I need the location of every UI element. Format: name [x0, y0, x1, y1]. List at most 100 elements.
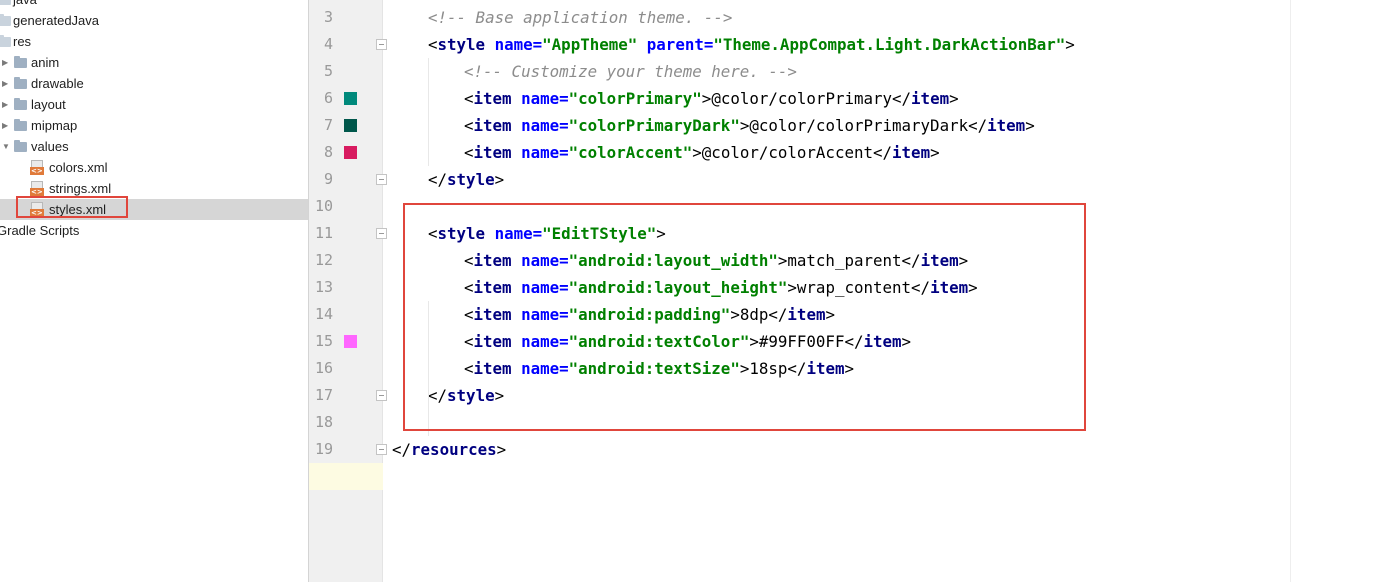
- gutter-row: 18: [309, 409, 382, 436]
- tree-item-generatedjava[interactable]: generatedJava: [0, 10, 308, 31]
- expanded-arrow-icon[interactable]: ▼: [2, 136, 10, 157]
- line-number: 14: [314, 305, 333, 323]
- gutter-row: 8: [309, 139, 382, 166]
- color-swatch-icon[interactable]: [344, 146, 357, 159]
- tree-item-layout[interactable]: ▶ layout: [0, 94, 308, 115]
- line-number: 18: [314, 413, 333, 431]
- tree-item-label: drawable: [31, 76, 84, 91]
- fold-marker-icon[interactable]: [376, 390, 387, 401]
- code-line[interactable]: <!-- Base application theme. -->: [383, 4, 1400, 31]
- fold-marker-icon[interactable]: [376, 228, 387, 239]
- tree-item-res[interactable]: ▼res: [0, 31, 308, 52]
- code-token-bracket: >: [930, 143, 940, 162]
- color-swatch-icon[interactable]: [344, 335, 357, 348]
- code-line[interactable]: </style>: [383, 166, 1400, 193]
- code-token-bracket: >: [1025, 116, 1035, 135]
- line-number: 6: [323, 89, 333, 107]
- xml-file-icon: [30, 160, 44, 175]
- code-token-bracket: >: [494, 170, 505, 189]
- code-token-text: @color/colorPrimary: [711, 89, 893, 108]
- gutter-row: 4: [309, 31, 387, 58]
- line-number: 7: [323, 116, 333, 134]
- tree-item-drawable[interactable]: ▶ drawable: [0, 73, 308, 94]
- gutter-row: 13: [309, 274, 382, 301]
- folder-icon: [0, 14, 11, 26]
- line-number: 16: [314, 359, 333, 377]
- gutter-row: 19: [309, 436, 387, 463]
- folder-icon: [0, 35, 11, 47]
- code-token-bracket: >: [701, 89, 712, 108]
- code-line[interactable]: <item name="colorPrimaryDark">@color/col…: [383, 112, 1400, 139]
- tree-item-label: colors.xml: [49, 160, 108, 175]
- line-number: 17: [314, 386, 333, 404]
- code-line[interactable]: <!-- Customize your theme here. -->: [383, 58, 1400, 85]
- tree-item-mipmap[interactable]: ▶ mipmap: [0, 115, 308, 136]
- code-token-bracket: >: [1065, 35, 1075, 54]
- folder-icon: [14, 119, 27, 131]
- fold-marker-icon[interactable]: [376, 174, 387, 185]
- code-token-val: "Theme.AppCompat.Light.DarkActionBar": [713, 35, 1066, 54]
- line-number: 9: [323, 170, 333, 188]
- tree-annotation-box: [16, 196, 128, 218]
- line-number: 10: [314, 197, 333, 215]
- code-token-tag: item: [473, 89, 522, 108]
- gutter-row: 15: [309, 328, 382, 355]
- line-number: 15: [314, 332, 333, 350]
- code-token-bracket: </: [968, 116, 988, 135]
- code-token-bracket: </: [392, 440, 412, 459]
- code-token-bracket: <: [464, 143, 474, 162]
- code-token-val: "AppTheme": [542, 35, 647, 54]
- tree-item-values[interactable]: ▼ values: [0, 136, 308, 157]
- gutter-row: 7: [309, 112, 382, 139]
- code-token-tag: item: [911, 89, 950, 108]
- code-token-attr: name=: [494, 35, 543, 54]
- color-swatch-icon[interactable]: [344, 119, 357, 132]
- code-line[interactable]: [383, 463, 1400, 490]
- tree-item-label: layout: [31, 97, 66, 112]
- folder-icon: [0, 0, 11, 5]
- tree-item-anim[interactable]: ▶ anim: [0, 52, 308, 73]
- right-margin-guide: [1290, 0, 1291, 582]
- code-token-bracket: </: [873, 143, 893, 162]
- code-line[interactable]: <item name="colorPrimary">@color/colorPr…: [383, 85, 1400, 112]
- gutter-row: 14: [309, 301, 382, 328]
- line-number: 3: [323, 8, 333, 26]
- gutter-row: 3: [309, 4, 382, 31]
- line-number: 5: [323, 62, 333, 80]
- collapsed-arrow-icon[interactable]: ▶: [2, 73, 10, 94]
- code-token-text: @color/colorAccent: [701, 143, 873, 162]
- collapsed-arrow-icon[interactable]: ▶: [2, 115, 10, 136]
- gutter-row: 12: [309, 247, 382, 274]
- code-token-bracket: <: [464, 89, 474, 108]
- tree-item-gradle-scripts[interactable]: Gradle Scripts: [0, 220, 308, 241]
- code-token-attr: parent=: [646, 35, 714, 54]
- line-number: 12: [314, 251, 333, 269]
- code-token-comment: <!-- Base application theme. -->: [428, 8, 733, 27]
- xml-file-icon: [30, 181, 44, 196]
- collapsed-arrow-icon[interactable]: ▶: [2, 94, 10, 115]
- code-token-attr: name=: [521, 143, 569, 162]
- code-token-bracket: >: [496, 440, 507, 459]
- gutter-row: 17: [309, 382, 387, 409]
- tree-item-label: Gradle Scripts: [0, 223, 80, 238]
- gutter-row: 5: [309, 58, 382, 85]
- code-line[interactable]: <item name="colorAccent">@color/colorAcc…: [383, 139, 1400, 166]
- line-number: 4: [323, 35, 333, 53]
- gutter-row: 16: [309, 355, 382, 382]
- tree-item-java[interactable]: java: [0, 0, 308, 10]
- code-token-tag: resources: [411, 440, 497, 459]
- code-token-bracket: >: [949, 89, 959, 108]
- tree-item-label: generatedJava: [13, 13, 100, 28]
- code-line[interactable]: </resources>: [383, 436, 1400, 463]
- code-token-tag: style: [437, 35, 495, 54]
- collapsed-arrow-icon[interactable]: ▶: [2, 52, 10, 73]
- code-token-tag: style: [447, 170, 495, 189]
- project-tree-panel: javageneratedJava▼res▶anim▶drawable▶layo…: [0, 0, 309, 582]
- color-swatch-icon[interactable]: [344, 92, 357, 105]
- fold-marker-icon[interactable]: [376, 444, 387, 455]
- folder-icon: [14, 77, 27, 89]
- tree-item-colors-xml[interactable]: colors.xml: [0, 157, 308, 178]
- tree-item-label: res: [13, 34, 32, 49]
- code-line[interactable]: <style name="AppTheme" parent="Theme.App…: [383, 31, 1400, 58]
- fold-marker-icon[interactable]: [376, 39, 387, 50]
